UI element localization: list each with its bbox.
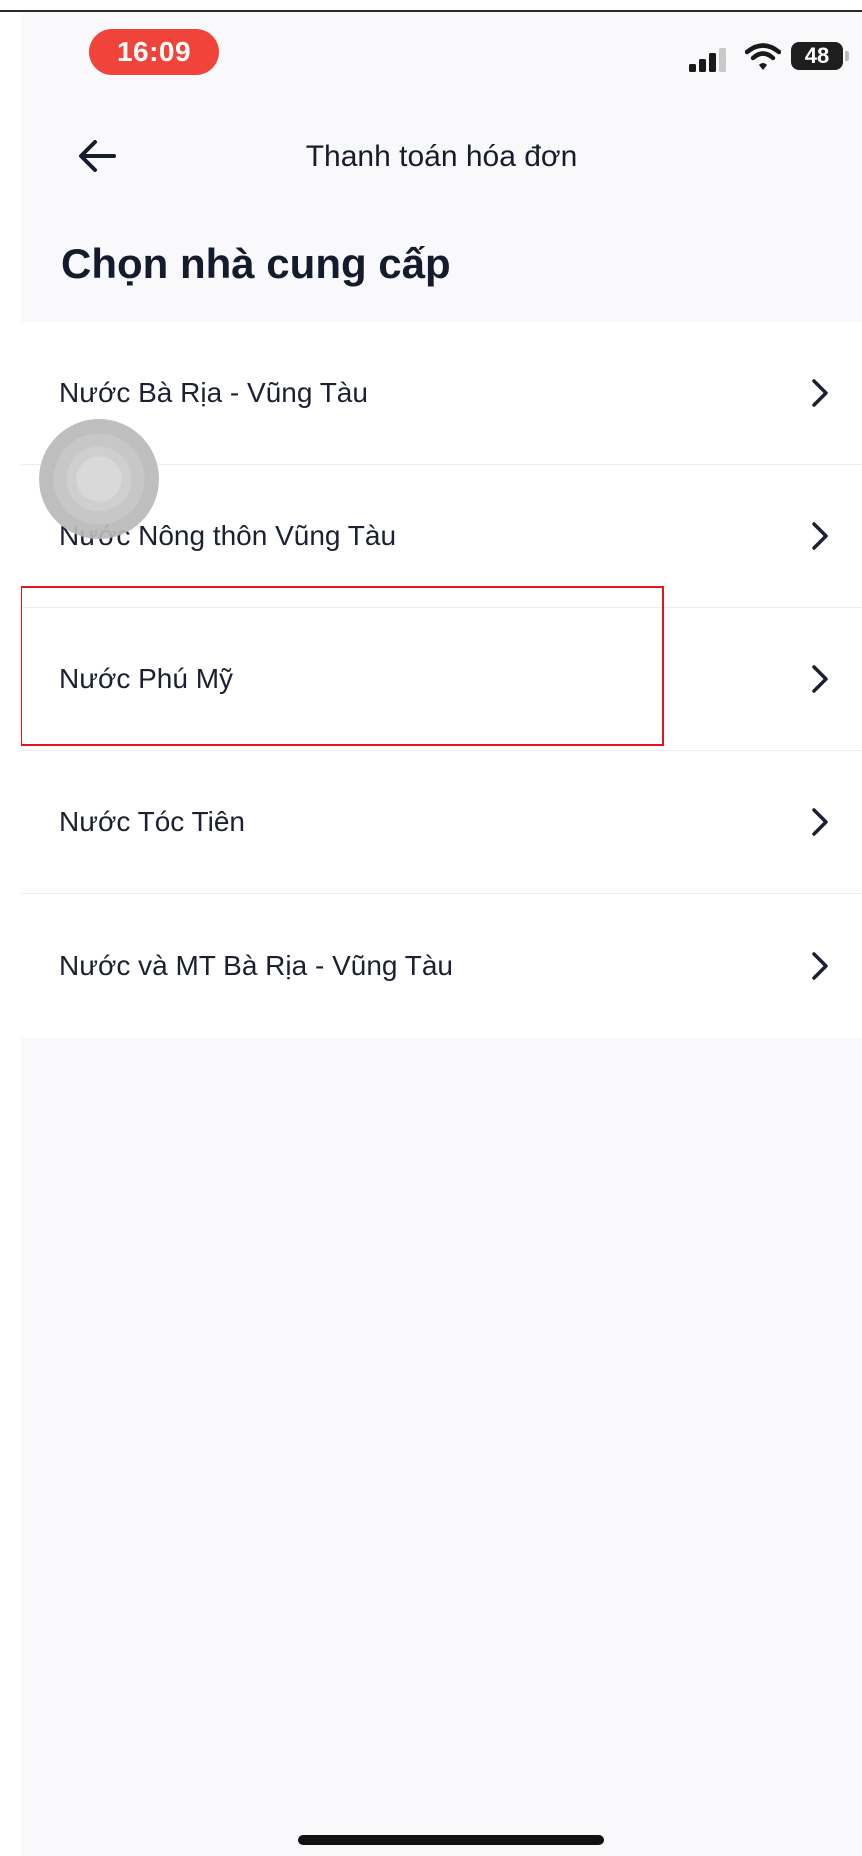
app-screen: 16:09 48 Thanh toán hóa đơn Chọn nhà cun… (21, 12, 862, 1856)
header-title: Thanh toán hóa đơn (305, 140, 578, 173)
battery-icon: 48 (791, 42, 843, 70)
battery-nub (845, 51, 849, 61)
signal-icon (689, 48, 726, 72)
back-button[interactable] (72, 131, 122, 181)
provider-label: Nước Bà Rịa - Vũng Tàu (59, 377, 368, 408)
page-title: Chọn nhà cung cấp (61, 240, 451, 287)
battery-level: 48 (804, 43, 830, 68)
wifi-icon (745, 43, 781, 70)
provider-label: Nước Phú Mỹ (59, 663, 234, 694)
home-indicator[interactable] (298, 1835, 604, 1845)
provider-label: Nước và MT Bà Rịa - Vũng Tàu (59, 950, 453, 981)
status-time: 16:09 (89, 29, 219, 75)
chevron-right-icon (806, 518, 834, 554)
chevron-right-icon (806, 375, 834, 411)
provider-item-toc-tien[interactable]: Nước Tóc Tiên (21, 751, 862, 894)
status-icons: 48 (642, 40, 862, 72)
provider-label: Nước Tóc Tiên (59, 806, 245, 837)
provider-item-nuoc-va-mt[interactable]: Nước và MT Bà Rịa - Vũng Tàu (21, 894, 862, 1038)
provider-list: Nước Bà Rịa - Vũng Tàu Nước Nông thôn Vũ… (21, 322, 862, 1038)
chevron-right-icon (806, 804, 834, 840)
arrow-left-icon (79, 140, 116, 172)
touch-indicator (39, 419, 159, 539)
chevron-right-icon (806, 948, 834, 984)
provider-item-phu-my[interactable]: Nước Phú Mỹ (21, 608, 862, 751)
chevron-right-icon (806, 661, 834, 697)
